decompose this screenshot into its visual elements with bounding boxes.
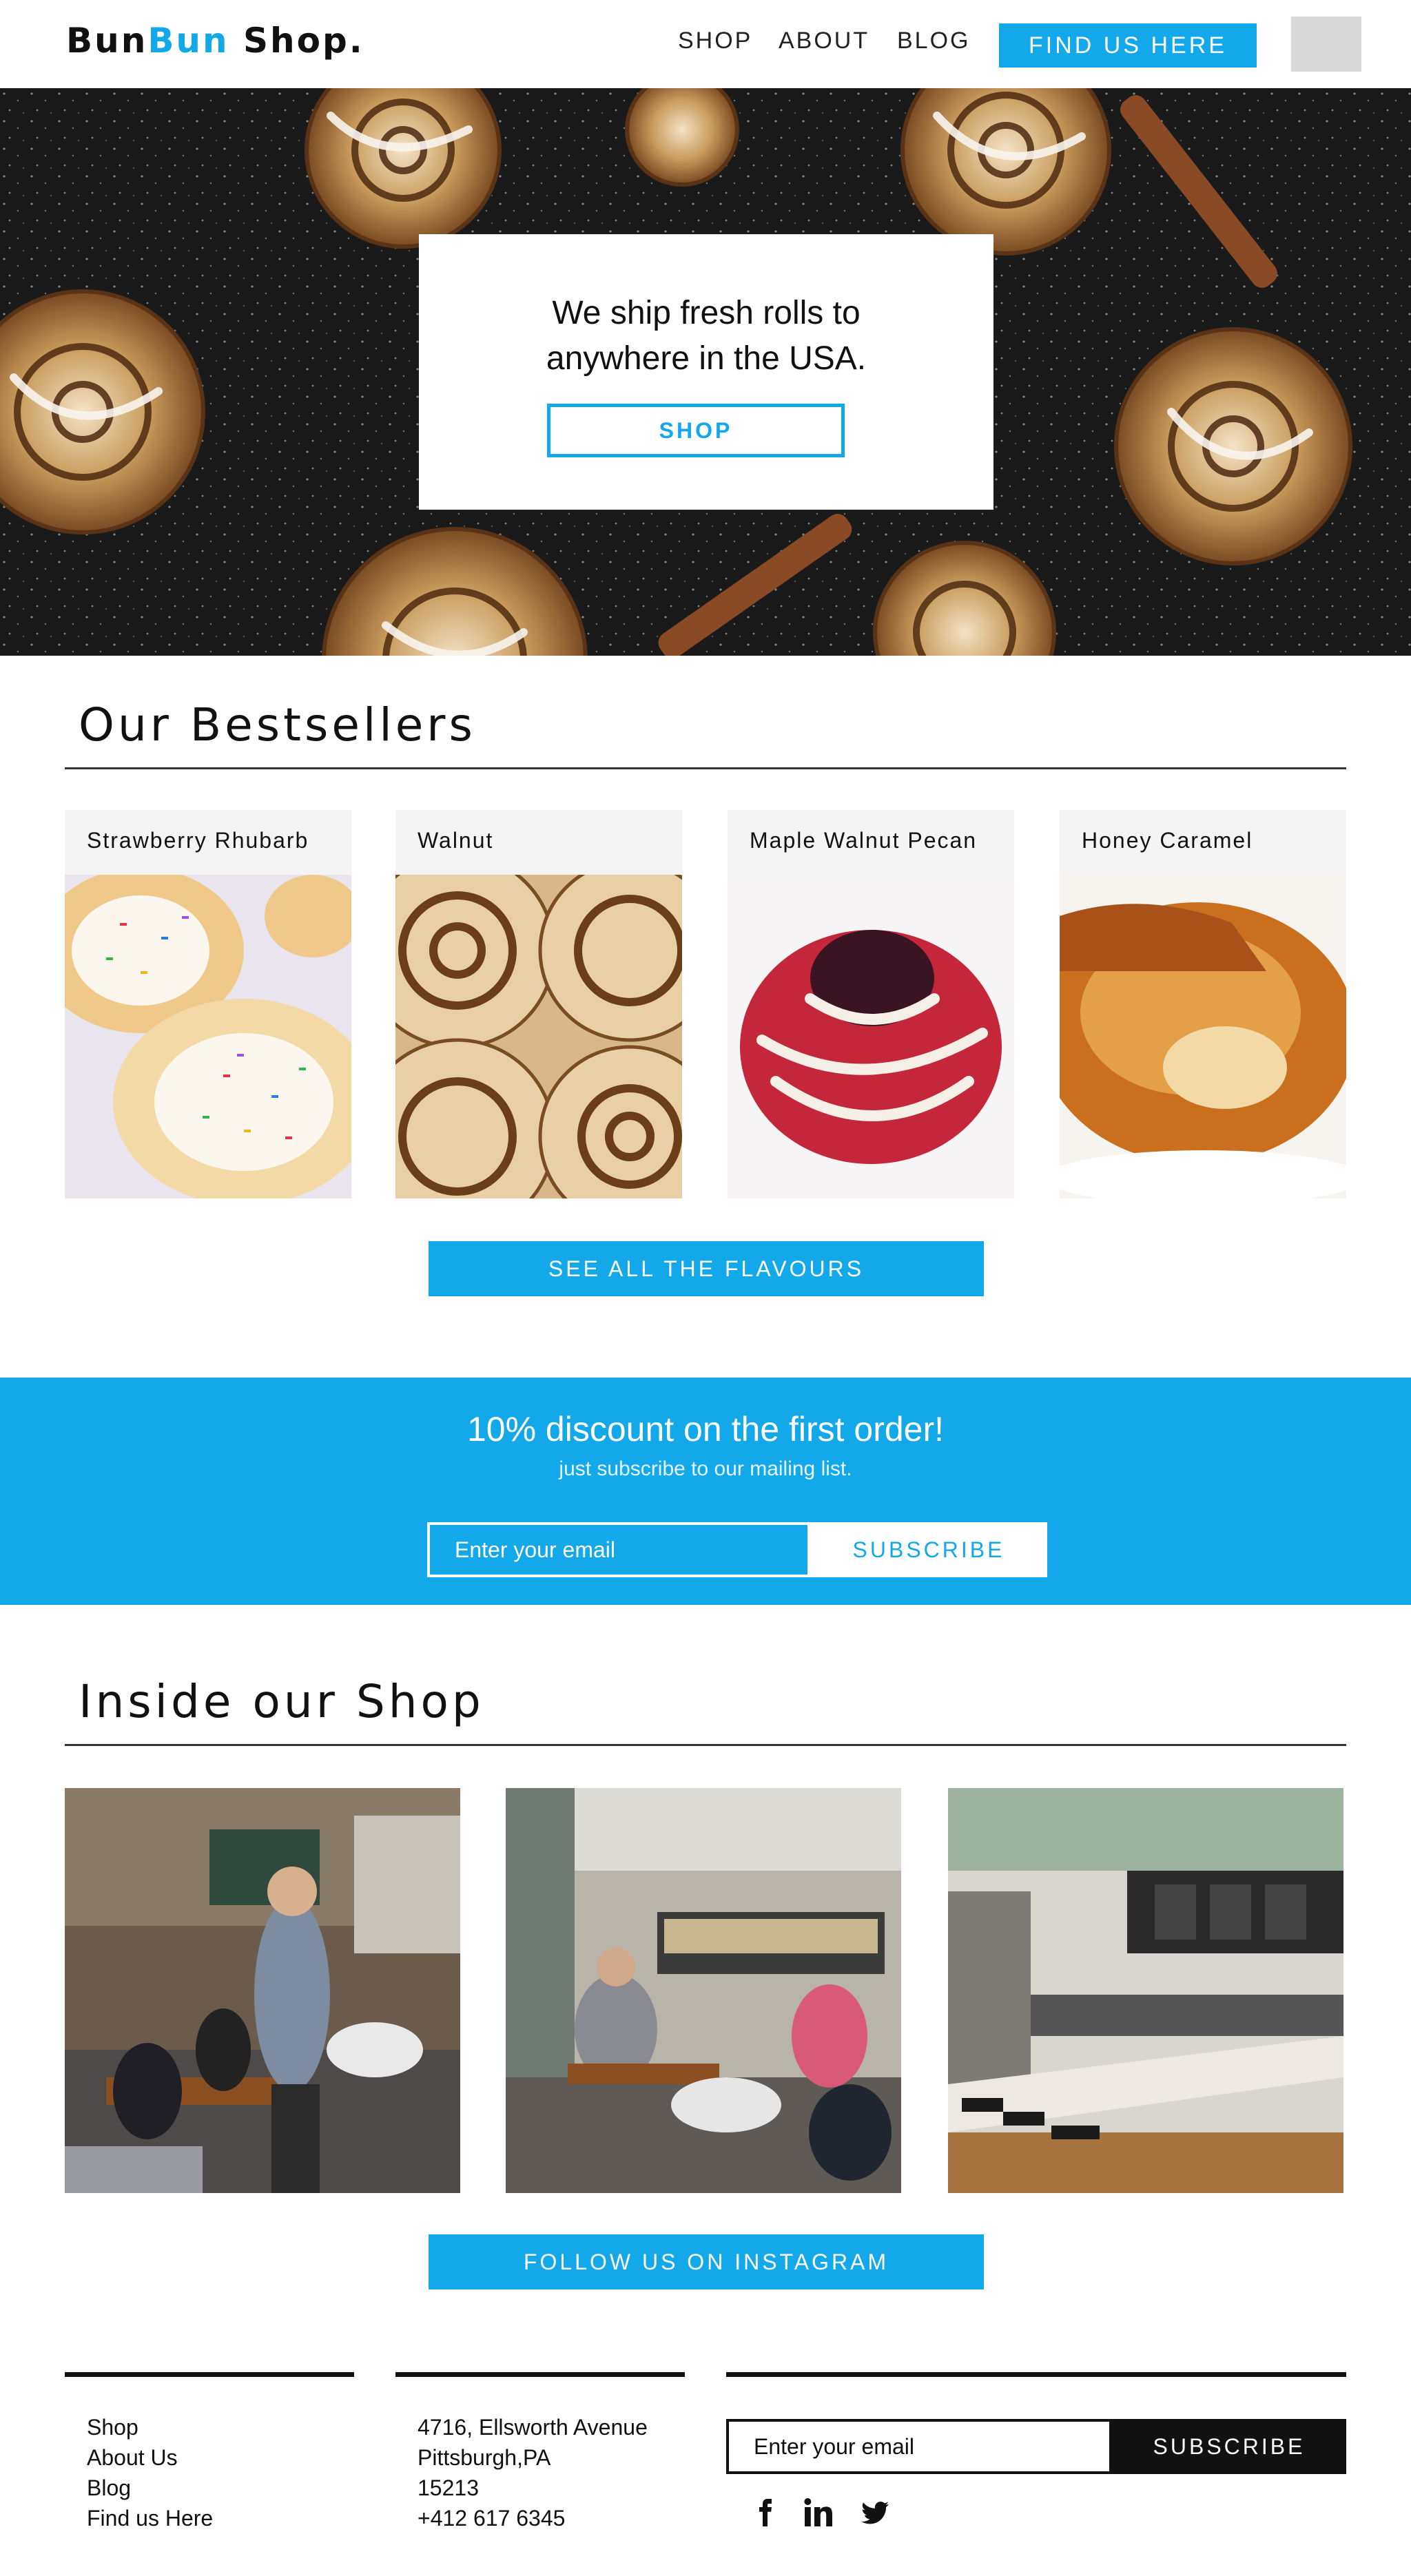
address-street: 4716, Ellsworth Avenue bbox=[418, 2415, 648, 2440]
footer-subscribe-button[interactable]: SUBSCRIBE bbox=[1112, 2419, 1346, 2474]
footer-links: Shop About Us Blog Find us Here bbox=[87, 2412, 213, 2533]
footer-email-input[interactable]: Enter your email bbox=[726, 2419, 1112, 2474]
product-name: Walnut bbox=[418, 828, 494, 853]
hero-headline-line2: anywhere in the USA. bbox=[546, 340, 867, 377]
shop-photo-2[interactable] bbox=[506, 1788, 901, 2193]
product-image-maple-walnut-pecan[interactable] bbox=[728, 875, 1014, 1198]
address-zip: 15213 bbox=[418, 2475, 479, 2500]
product-card[interactable]: Walnut bbox=[395, 810, 682, 1198]
hero-shop-button[interactable]: SHOP bbox=[547, 404, 845, 457]
newsletter-subscribe-button[interactable]: SUBSCRIBE bbox=[810, 1522, 1047, 1577]
address-city: Pittsburgh,PA bbox=[418, 2445, 551, 2470]
discount-title: 10% discount on the first order! bbox=[466, 1410, 945, 1448]
bestsellers-title: Our Bestsellers bbox=[79, 698, 476, 751]
shop-divider bbox=[65, 1744, 1346, 1746]
nav-about[interactable]: ABOUT bbox=[779, 28, 869, 54]
shop-photo-1[interactable] bbox=[65, 1788, 460, 2193]
hero-banner: We ship fresh rolls to anywhere in the U… bbox=[0, 88, 1411, 656]
address-phone: +412 617 6345 bbox=[418, 2506, 566, 2531]
site-header: BunBun Shop. SHOP ABOUT BLOG FIND US HER… bbox=[0, 0, 1411, 88]
shop-photo-3[interactable] bbox=[948, 1788, 1343, 2193]
footer-address: 4716, Ellsworth Avenue Pittsburgh,PA 152… bbox=[418, 2412, 648, 2533]
product-card[interactable]: Strawberry Rhubarb bbox=[65, 810, 351, 1198]
header-placeholder-box[interactable] bbox=[1291, 17, 1361, 72]
linkedin-icon[interactable] bbox=[802, 2496, 835, 2529]
footer-link-blog[interactable]: Blog bbox=[87, 2473, 213, 2503]
logo-text-2: Bun bbox=[147, 21, 229, 61]
see-all-flavours-button[interactable]: SEE ALL THE FLAVOURS bbox=[429, 1241, 984, 1296]
nav-blog[interactable]: BLOG bbox=[897, 28, 970, 54]
footer-divider-2 bbox=[395, 2372, 685, 2377]
find-us-button[interactable]: FIND US HERE bbox=[999, 23, 1257, 67]
discount-subtitle: just subscribe to our mailing list. bbox=[559, 1457, 852, 1480]
product-name: Strawberry Rhubarb bbox=[87, 828, 309, 853]
nav-shop[interactable]: SHOP bbox=[678, 28, 752, 54]
logo-text-3: Shop. bbox=[229, 21, 364, 61]
product-image-walnut[interactable] bbox=[395, 875, 682, 1198]
product-card[interactable]: Maple Walnut Pecan bbox=[728, 810, 1014, 1198]
product-image-strawberry-rhubarb[interactable] bbox=[65, 875, 351, 1198]
newsletter-email-input[interactable]: Enter your email bbox=[427, 1522, 810, 1577]
product-card[interactable]: Honey Caramel bbox=[1060, 810, 1346, 1198]
footer-link-shop[interactable]: Shop bbox=[87, 2412, 213, 2442]
footer-link-about[interactable]: About Us bbox=[87, 2442, 213, 2473]
twitter-icon[interactable] bbox=[858, 2496, 892, 2529]
footer-divider-3 bbox=[726, 2372, 1346, 2377]
product-name: Maple Walnut Pecan bbox=[750, 828, 978, 853]
hero-headline-line1: We ship fresh rolls to bbox=[552, 295, 861, 331]
footer-divider-1 bbox=[65, 2372, 354, 2377]
facebook-icon[interactable] bbox=[748, 2496, 781, 2529]
follow-instagram-button[interactable]: FOLLOW US ON INSTAGRAM bbox=[429, 2234, 984, 2289]
bestsellers-divider bbox=[65, 767, 1346, 769]
shop-title: Inside our Shop bbox=[79, 1675, 484, 1728]
logo-text-1: Bun bbox=[66, 21, 148, 61]
product-name: Honey Caramel bbox=[1082, 828, 1253, 853]
footer-link-find-us[interactable]: Find us Here bbox=[87, 2503, 213, 2533]
discount-banner: 10% discount on the first order! just su… bbox=[0, 1378, 1411, 1605]
hero-card: We ship fresh rolls to anywhere in the U… bbox=[419, 234, 993, 510]
hero-headline: We ship fresh rolls to anywhere in the U… bbox=[419, 291, 993, 382]
site-logo[interactable]: BunBun Shop. bbox=[66, 21, 364, 61]
product-image-honey-caramel[interactable] bbox=[1060, 875, 1346, 1198]
